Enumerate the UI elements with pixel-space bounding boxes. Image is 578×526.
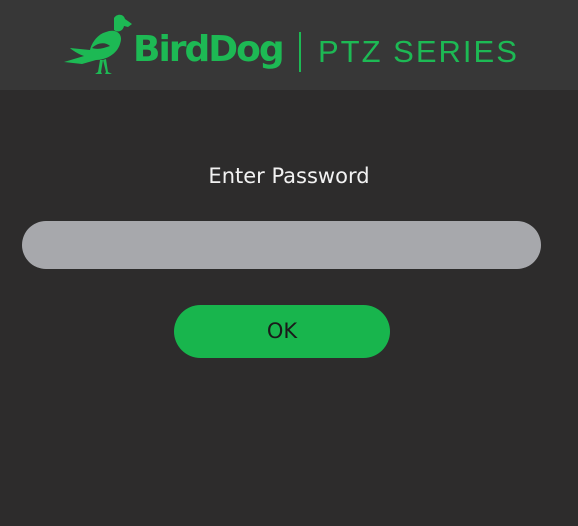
password-input[interactable]: [22, 221, 541, 269]
series-label: PTZ SERIES: [318, 34, 519, 69]
header-divider: [299, 32, 301, 72]
password-prompt: Enter Password: [208, 164, 370, 188]
bird-dog-logo-icon: [64, 14, 132, 74]
ok-button[interactable]: OK: [174, 305, 390, 358]
brand-name: BirdDog: [133, 29, 285, 70]
header-bar: BirdDog PTZ SERIES: [0, 0, 578, 90]
